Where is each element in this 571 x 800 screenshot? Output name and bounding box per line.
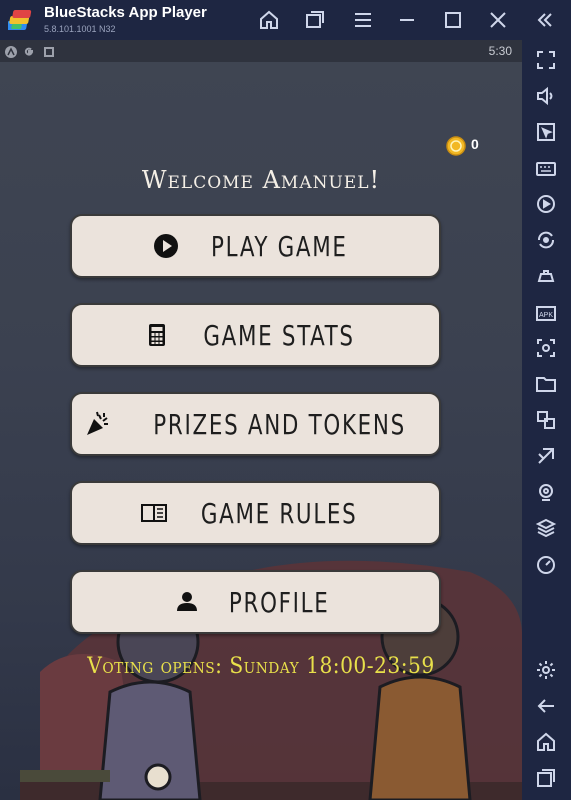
back-arrow-icon[interactable] [534, 694, 558, 718]
android-home-icon[interactable] [534, 730, 558, 754]
record-icon[interactable] [534, 192, 558, 216]
book-icon [139, 498, 169, 528]
storage-notification-icon [42, 44, 56, 58]
prizes-and-tokens-label: PRIZES AND TOKENS [153, 407, 406, 441]
game-rules-button[interactable]: GAME RULES [70, 481, 441, 545]
app-title: BlueStacks App Player [44, 4, 207, 21]
coin-count: 0 [471, 136, 479, 152]
play-game-button[interactable]: PLAY GAME [70, 214, 441, 278]
collapse-sidebar-icon[interactable] [533, 8, 557, 32]
multi-instance-icon[interactable] [303, 8, 327, 32]
game-controls-icon[interactable] [534, 264, 558, 288]
multi-window-icon[interactable] [534, 408, 558, 432]
fullscreen-icon[interactable] [534, 48, 558, 72]
menu-icon[interactable] [351, 8, 375, 32]
notification-a-icon [4, 44, 18, 58]
profile-button[interactable]: PROFILE [70, 570, 441, 634]
minimize-icon[interactable] [395, 8, 419, 32]
app-screen: 0 Welcome Amanuel! PLAY GAME GAME STATS … [0, 62, 522, 800]
recent-apps-icon[interactable] [534, 766, 558, 790]
settings-gear-icon[interactable] [534, 658, 558, 682]
eco-mode-icon[interactable] [534, 444, 558, 468]
pointer-icon[interactable] [534, 120, 558, 144]
install-apk-icon[interactable]: APK [534, 300, 558, 324]
app-version: 5.8.101.1001 N32 [44, 24, 116, 34]
party-popper-icon [83, 409, 113, 439]
window-title-bar: BlueStacks App Player 5.8.101.1001 N32 [0, 0, 571, 40]
person-icon [172, 587, 202, 617]
background-illustration [20, 560, 522, 800]
game-stats-label: GAME STATS [203, 318, 356, 352]
voting-schedule-text: Voting opens: Sunday 18:00-23:59 [87, 654, 435, 679]
profile-label: PROFILE [229, 585, 330, 619]
game-rules-label: GAME RULES [201, 496, 358, 530]
calculator-icon [142, 320, 172, 350]
screenshot-icon[interactable] [534, 336, 558, 360]
maximize-icon[interactable] [441, 8, 465, 32]
prizes-and-tokens-button[interactable]: PRIZES AND TOKENS [70, 392, 441, 456]
bluestacks-sidebar: APK [522, 40, 571, 800]
google-icon [22, 44, 36, 58]
play-circle-icon [151, 231, 181, 261]
android-status-bar: 5:30 [0, 40, 522, 62]
bluestacks-logo-icon [6, 7, 34, 33]
svg-text:APK: APK [539, 312, 553, 319]
performance-icon[interactable] [534, 552, 558, 576]
game-stats-button[interactable]: GAME STATS [70, 303, 441, 367]
close-icon[interactable] [486, 8, 510, 32]
volume-icon[interactable] [534, 84, 558, 108]
coin-icon [446, 136, 466, 156]
folder-icon[interactable] [534, 372, 558, 396]
layers-icon[interactable] [534, 516, 558, 540]
play-game-label: PLAY GAME [211, 229, 348, 263]
keyboard-icon[interactable] [534, 156, 558, 180]
welcome-heading: Welcome Amanuel! [141, 166, 381, 194]
home-icon[interactable] [257, 8, 281, 32]
status-time: 5:30 [488, 44, 512, 58]
rotate-icon[interactable] [534, 228, 558, 252]
location-icon[interactable] [534, 480, 558, 504]
